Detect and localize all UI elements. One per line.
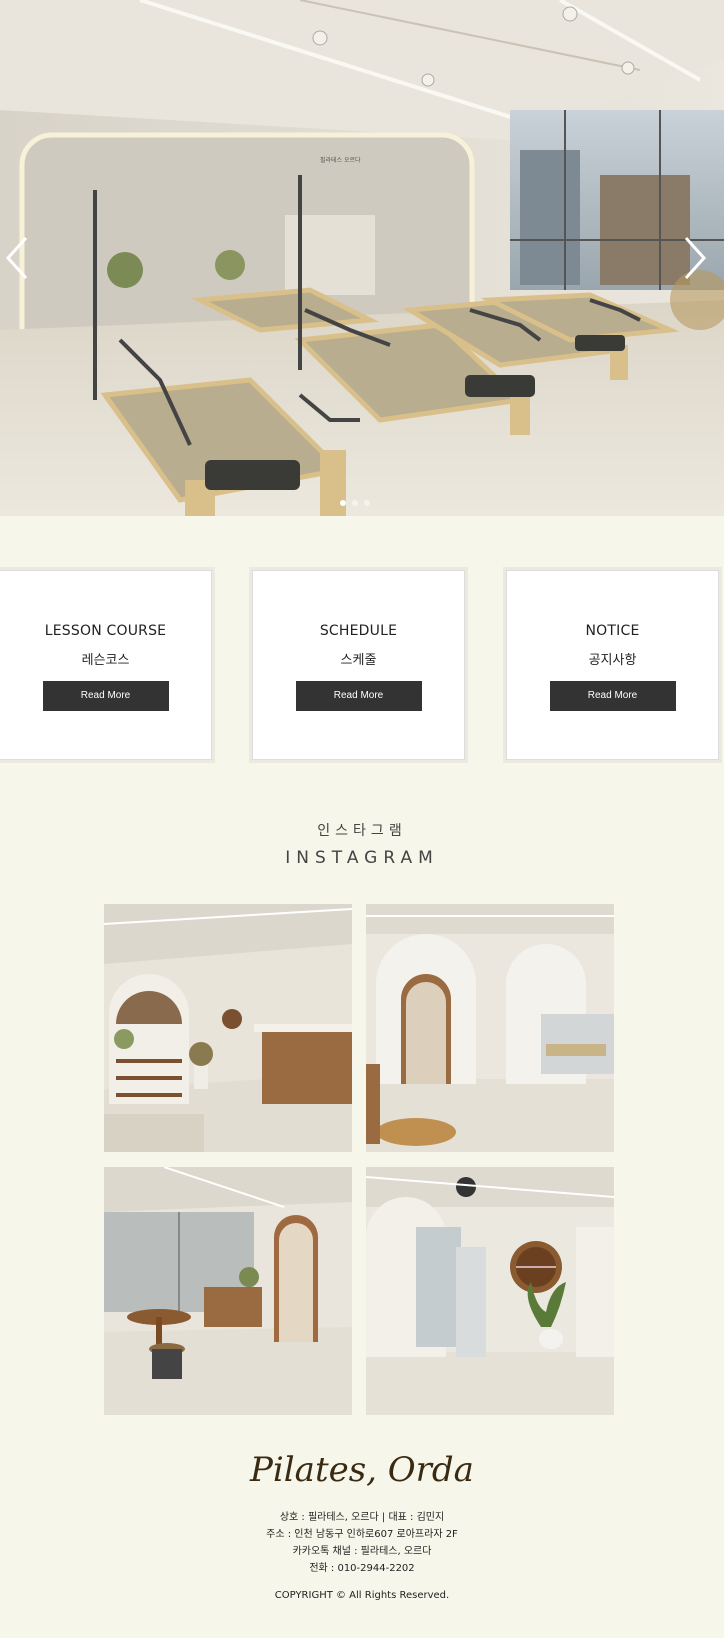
footer-phone: 전화 : 010-2944-2202: [309, 1563, 415, 1574]
chevron-left-icon: [5, 236, 28, 280]
instagram-photo-3[interactable]: [104, 1167, 352, 1415]
card-title: LESSON COURSE: [44, 623, 167, 639]
card-subtitle: 레슨코스: [81, 653, 130, 668]
schedule-read-more-button[interactable]: Read More: [295, 681, 422, 711]
instagram-photo-1[interactable]: [104, 904, 352, 1152]
instagram-title-ko: 인스타그램: [317, 823, 407, 839]
footer-copyright: COPYRIGHT © All Rights Reserved.: [274, 1590, 450, 1601]
footer-logo: Pilates, Orda: [250, 1450, 474, 1490]
wall-sign: 필라테스 오르다: [320, 156, 361, 164]
slider-dot-2[interactable]: [352, 500, 358, 506]
card-subtitle: 공지사항: [588, 653, 637, 668]
slider-dot-1[interactable]: [340, 500, 346, 506]
card-title: NOTICE: [585, 623, 640, 639]
card-title: SCHEDULE: [319, 623, 398, 639]
slider-next-button[interactable]: [674, 228, 714, 288]
slider-prev-button[interactable]: [0, 228, 40, 288]
card-schedule: SCHEDULE 스케줄 Read More: [252, 570, 465, 760]
card-lesson-course: LESSON COURSE 레슨코스 Read More: [0, 570, 212, 760]
footer-business-info: 상호 : 필라테스, 오르다 | 대표 : 김민지: [279, 1512, 445, 1523]
slider-dot-3[interactable]: [364, 500, 370, 506]
chevron-right-icon: [684, 236, 707, 280]
footer-address: 주소 : 인천 남동구 인하로607 로아프라자 2F: [266, 1529, 458, 1540]
card-notice: NOTICE 공지사항 Read More: [506, 570, 719, 760]
slider-pagination: [340, 500, 370, 506]
instagram-photo-4[interactable]: [366, 1167, 614, 1415]
lesson-read-more-button[interactable]: Read More: [42, 681, 169, 711]
footer-kakao-channel: 카카오톡 채널 : 필라테스, 오르다: [292, 1546, 432, 1557]
hero-slider: 필라테스 오르다: [0, 0, 724, 516]
card-subtitle: 스케줄: [340, 653, 377, 668]
notice-read-more-button[interactable]: Read More: [549, 681, 676, 711]
instagram-photo-2[interactable]: [366, 904, 614, 1152]
hero-image: 필라테스 오르다: [0, 0, 724, 516]
instagram-title-en: INSTAGRAM: [285, 848, 439, 868]
